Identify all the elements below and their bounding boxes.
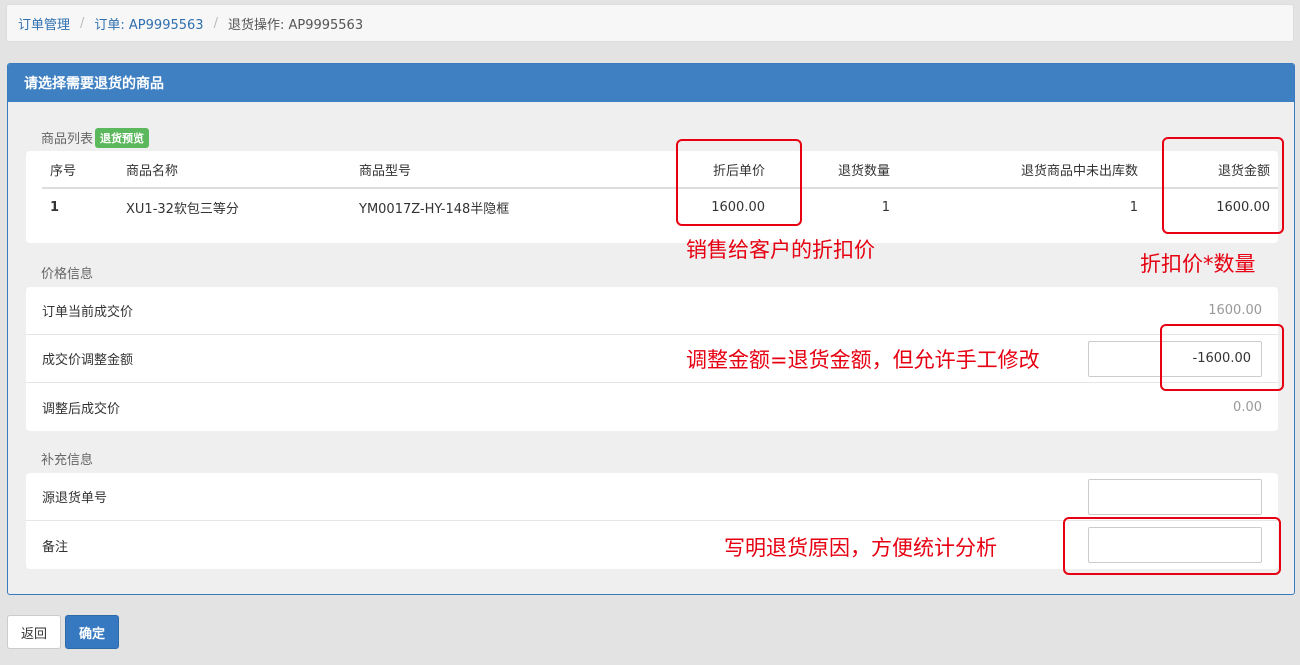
- adjusted-price-label: 调整后成交价: [42, 401, 121, 417]
- col-name: 商品名称: [118, 151, 351, 189]
- goods-table-header: 序号 商品名称 商品型号 折后单价 退货数量 退货商品中未出库数 退货金额: [42, 151, 1278, 189]
- current-price-row: 订单当前成交价 1600.00: [26, 287, 1278, 335]
- adjust-amount-row: 成交价调整金额: [26, 335, 1278, 383]
- cell-index: 1: [50, 200, 60, 215]
- table-row: 1 XU1-32软包三等分 YM0017Z-HY-148半隐框 1600.00 …: [42, 188, 1278, 226]
- goods-section-title: 商品列表: [41, 132, 94, 147]
- annotation-box-adjust-amount: [1160, 324, 1284, 391]
- panel-title: 请选择需要退货的商品: [8, 64, 1294, 102]
- breadcrumb: 订单管理 / 订单: AP9995563 / 退货操作: AP9995563: [6, 4, 1294, 42]
- source-return-input[interactable]: [1088, 478, 1262, 515]
- return-preview-badge: 退货预览: [95, 128, 150, 148]
- source-return-label: 源退货单号: [42, 491, 108, 506]
- return-panel: 请选择需要退货的商品 商品列表 退货预览 序号 商品名称 商品型号 折后单价 退货…: [7, 63, 1295, 595]
- adjusted-price-row: 调整后成交价 0.00: [26, 383, 1278, 431]
- source-return-row: 源退货单号: [26, 473, 1278, 521]
- goods-section-label: 商品列表 退货预览: [41, 128, 150, 148]
- goods-table-box: 序号 商品名称 商品型号 折后单价 退货数量 退货商品中未出库数 退货金额 1 …: [26, 151, 1278, 243]
- breadcrumb-current: 退货操作: AP9995563: [227, 17, 364, 33]
- col-model: 商品型号: [351, 151, 669, 189]
- annotation-box-return-amount: [1162, 137, 1284, 234]
- extra-section-label: 补充信息: [41, 453, 94, 468]
- annotation-amount-formula: 折扣价*数量: [1140, 252, 1256, 276]
- current-price-value: 1600.00: [1208, 303, 1262, 318]
- price-info-box: 订单当前成交价 1600.00 成交价调整金额 调整后成交价 0.00: [26, 287, 1278, 431]
- goods-table: 序号 商品名称 商品型号 折后单价 退货数量 退货商品中未出库数 退货金额 1 …: [42, 151, 1278, 226]
- col-unshipped-qty: 退货商品中未出库数: [898, 151, 1146, 189]
- cell-name: XU1-32软包三等分: [126, 202, 239, 217]
- annotation-box-remark: [1063, 517, 1281, 575]
- annotation-box-discount-price: [676, 139, 802, 226]
- breadcrumb-separator: /: [213, 15, 218, 31]
- cell-unshipped-qty: 1: [1129, 200, 1138, 215]
- breadcrumb-link-order[interactable]: 订单: AP9995563: [94, 14, 203, 33]
- breadcrumb-link-order-management[interactable]: 订单管理: [18, 14, 70, 33]
- cell-model: YM0017Z-HY-148半隐框: [359, 202, 510, 217]
- confirm-button[interactable]: 确定: [65, 615, 119, 649]
- col-index: 序号: [42, 151, 118, 189]
- back-button[interactable]: 返回: [7, 615, 61, 649]
- annotation-discount-price: 销售给客户的折扣价: [686, 238, 875, 262]
- price-section-label: 价格信息: [41, 267, 94, 282]
- annotation-remark-note: 写明退货原因，方便统计分析: [724, 536, 997, 560]
- breadcrumb-separator: /: [80, 15, 85, 31]
- annotation-adjust-note: 调整金额=退货金额，但允许手工修改: [686, 348, 1040, 372]
- adjusted-price-value: 0.00: [1233, 399, 1262, 415]
- current-price-label: 订单当前成交价: [42, 305, 134, 320]
